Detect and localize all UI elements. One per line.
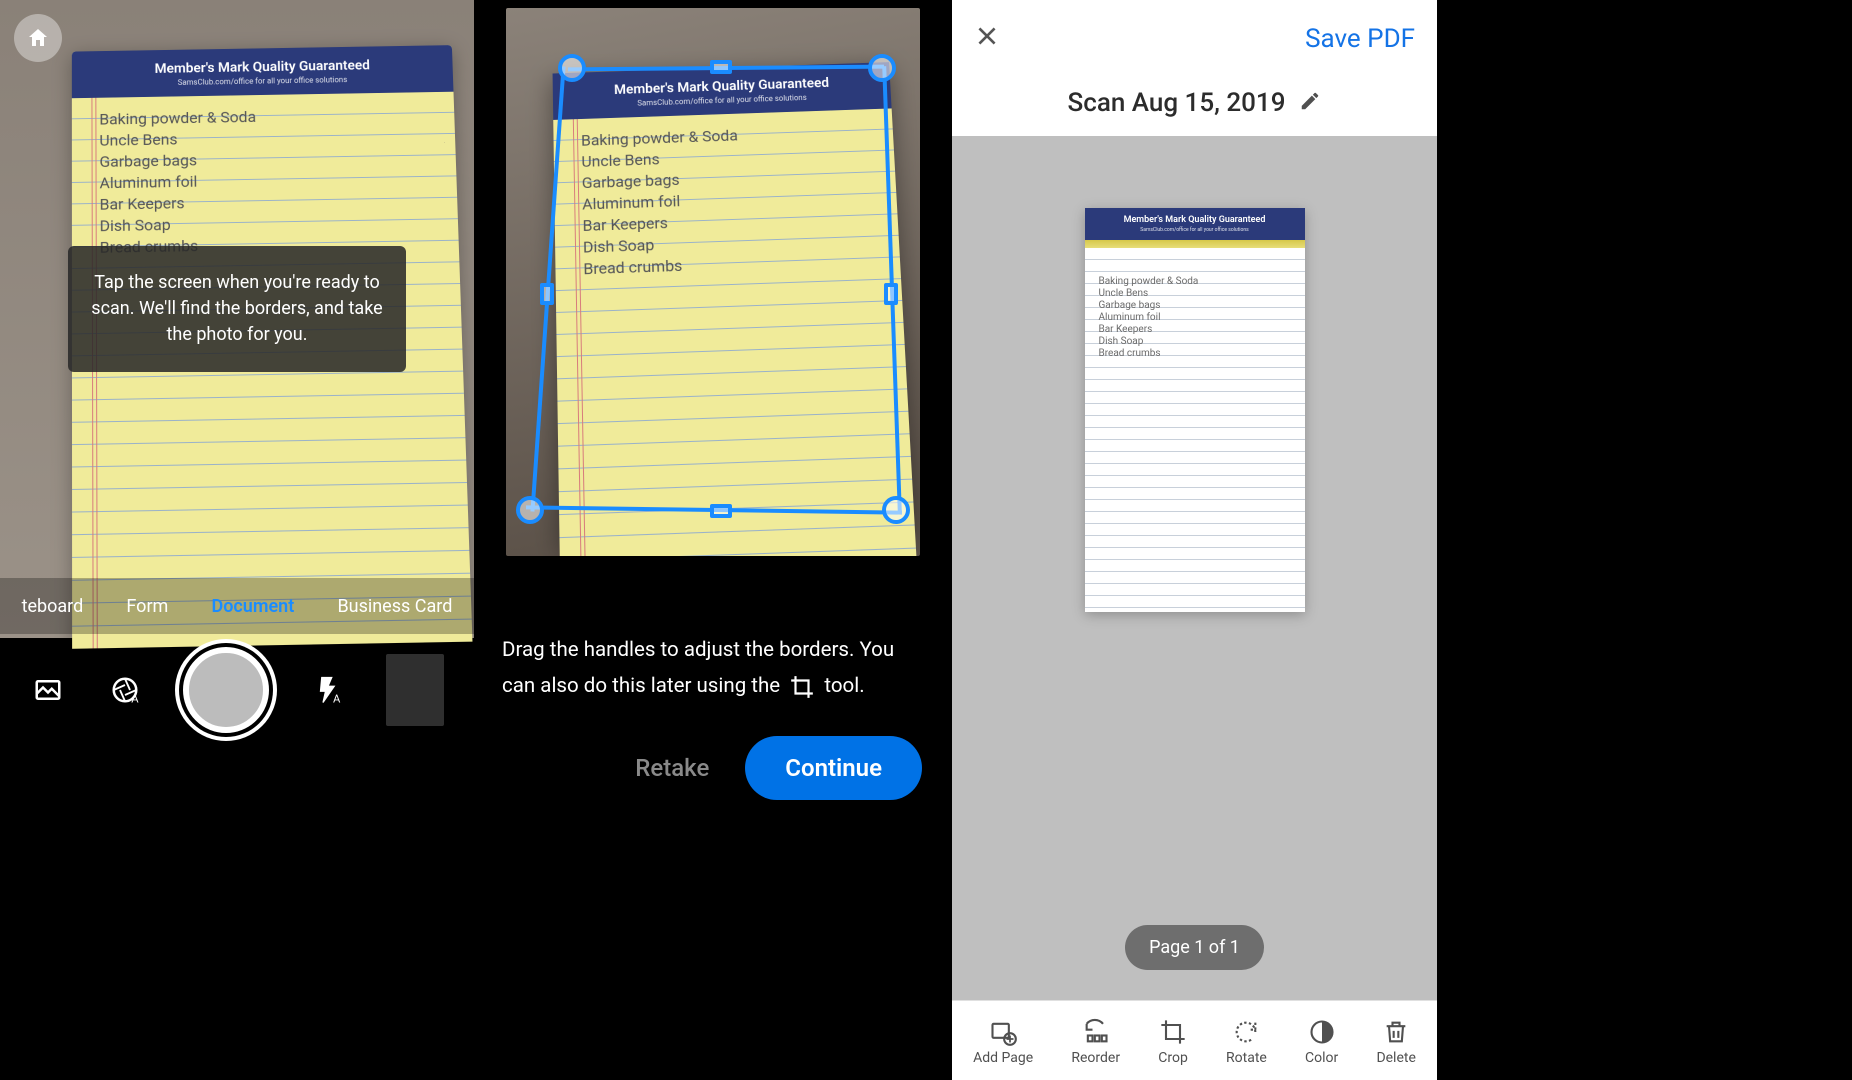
delete-button[interactable]: Delete — [1376, 1018, 1415, 1066]
notepad-header: Member's Mark Quality Guaranteed SamsClu… — [1085, 208, 1305, 240]
scan-title: Scan Aug 15, 2019 — [1068, 88, 1286, 118]
crop-icon — [1159, 1018, 1187, 1046]
tool-label: Delete — [1376, 1050, 1415, 1066]
last-scan-thumbnail[interactable] — [386, 654, 444, 726]
svg-text:A: A — [131, 693, 139, 706]
rename-button[interactable] — [1299, 90, 1321, 116]
home-icon — [26, 26, 50, 50]
notepad-header-title: Member's Mark Quality Guaranteed — [1089, 215, 1301, 225]
reorder-icon — [1082, 1018, 1110, 1046]
close-button[interactable] — [974, 22, 1000, 57]
color-button[interactable]: Color — [1305, 1018, 1338, 1066]
tab-business-card[interactable]: Business Card — [331, 596, 458, 617]
continue-button[interactable]: Continue — [745, 736, 922, 800]
page-indicator: Page 1 of 1 — [1125, 925, 1264, 970]
notepad-header-subtitle: SamsClub.com/office for all your office … — [1089, 227, 1301, 233]
instruction-text-post: tool. — [824, 674, 864, 698]
scan-type-tabs: teboard Form Document Business Card — [0, 578, 474, 634]
tool-label: Color — [1305, 1050, 1338, 1066]
retake-button[interactable]: Retake — [635, 754, 709, 782]
tab-form[interactable]: Form — [120, 596, 174, 617]
auto-capture-button[interactable]: A — [107, 672, 143, 708]
list-item: Aluminum foil — [1099, 312, 1295, 324]
reorder-button[interactable]: Reorder — [1071, 1018, 1120, 1066]
add-page-button[interactable]: Add Page — [973, 1018, 1033, 1066]
notepad-body: Baking powder & Soda Uncle Bens Garbage … — [1085, 248, 1305, 612]
gallery-icon — [33, 675, 63, 705]
tab-document[interactable]: Document — [206, 596, 301, 617]
tool-label: Crop — [1158, 1050, 1188, 1066]
aperture-icon: A — [110, 675, 140, 705]
adjust-borders-screen: Member's Mark Quality Guaranteed SamsClu… — [474, 0, 952, 1080]
list-item: Baking powder & Soda — [1099, 276, 1295, 288]
scan-title-row: Scan Aug 15, 2019 — [952, 78, 1437, 136]
flash-icon: A — [313, 675, 343, 705]
handwritten-list: Baking powder & Soda Uncle Bens Garbage … — [1099, 276, 1295, 360]
notepad-body: Baking powder & Soda Uncle Bens Garbage … — [553, 108, 918, 556]
review-header: Save PDF — [952, 0, 1437, 78]
list-item: Bar Keepers — [1099, 324, 1295, 336]
notepad-captured: Member's Mark Quality Guaranteed SamsClu… — [553, 62, 916, 548]
trash-icon — [1382, 1018, 1410, 1046]
crop-mid-left[interactable] — [540, 283, 554, 305]
tab-whiteboard[interactable]: teboard — [16, 596, 90, 617]
handwritten-list: Baking powder & Soda Uncle Bens Garbage … — [99, 103, 443, 258]
border-instruction: Drag the handles to adjust the borders. … — [502, 632, 924, 704]
captured-photo: Member's Mark Quality Guaranteed SamsClu… — [506, 8, 920, 556]
pencil-icon — [1299, 90, 1321, 112]
camera-controls: A A — [0, 640, 474, 740]
list-item: Dish Soap — [1099, 336, 1295, 348]
rotate-icon — [1232, 1018, 1260, 1046]
add-page-icon — [989, 1018, 1017, 1046]
tool-label: Reorder — [1071, 1050, 1120, 1066]
scan-preview-area: Member's Mark Quality Guaranteed SamsClu… — [952, 136, 1437, 1000]
close-icon — [974, 23, 1000, 49]
handwritten-list: Baking powder & Soda Uncle Bens Garbage … — [581, 120, 885, 280]
review-screen: Save PDF Scan Aug 15, 2019 Member's Mark… — [952, 0, 1437, 1080]
save-pdf-button[interactable]: Save PDF — [1305, 24, 1415, 54]
tool-label: Add Page — [973, 1050, 1033, 1066]
list-item: Garbage bags — [1099, 300, 1295, 312]
camera-viewfinder[interactable]: Member's Mark Quality Guaranteed SamsClu… — [0, 0, 474, 638]
svg-text:A: A — [333, 693, 341, 706]
review-toolbar: Add Page Reorder Crop Rotate Color Delet… — [952, 1000, 1437, 1080]
shutter-button[interactable] — [183, 647, 269, 733]
capture-screen: Member's Mark Quality Guaranteed SamsClu… — [0, 0, 474, 1080]
gallery-button[interactable] — [30, 672, 66, 708]
crop-icon — [789, 674, 815, 700]
color-icon — [1308, 1018, 1336, 1046]
list-item: Bread crumbs — [1099, 348, 1295, 360]
scan-preview[interactable]: Member's Mark Quality Guaranteed SamsClu… — [1085, 208, 1305, 612]
tool-label: Rotate — [1226, 1050, 1267, 1066]
home-button[interactable] — [14, 14, 62, 62]
capture-tip: Tap the screen when you're ready to scan… — [68, 246, 406, 372]
flash-button[interactable]: A — [310, 672, 346, 708]
rotate-button[interactable]: Rotate — [1226, 1018, 1267, 1066]
border-actions: Retake Continue — [474, 736, 952, 800]
crop-handle-bl[interactable] — [516, 496, 544, 524]
crop-button[interactable]: Crop — [1158, 1018, 1188, 1066]
notepad-header: Member's Mark Quality Guaranteed SamsClu… — [72, 45, 454, 98]
list-item: Uncle Bens — [1099, 288, 1295, 300]
